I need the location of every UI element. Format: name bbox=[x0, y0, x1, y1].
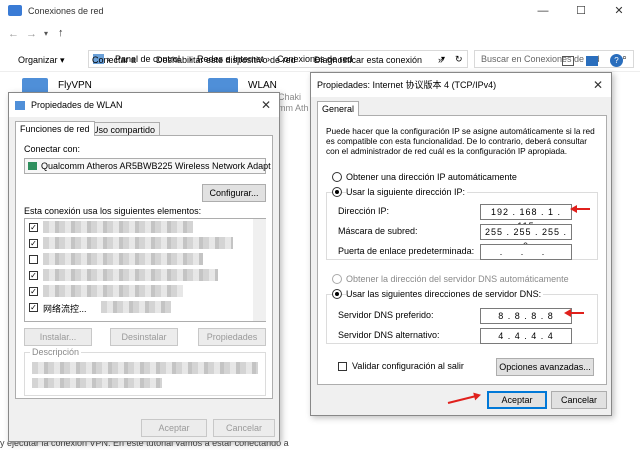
maximize-button[interactable]: ☐ bbox=[562, 0, 600, 22]
dialog-title-bar: Propiedades de WLAN ✕ bbox=[9, 93, 279, 117]
network-adapter-icon bbox=[15, 101, 25, 110]
blurred-item bbox=[43, 237, 233, 249]
use-dns-radio[interactable] bbox=[332, 289, 342, 299]
organize-button[interactable]: Organizar ▾ bbox=[18, 55, 65, 66]
scrollbar[interactable] bbox=[253, 219, 266, 321]
forward-icon[interactable]: → bbox=[26, 28, 37, 40]
component-checkbox[interactable]: ✓ bbox=[29, 271, 38, 280]
close-icon[interactable]: ✕ bbox=[261, 93, 271, 117]
blurred-description bbox=[32, 378, 162, 388]
intro-text: Puede hacer que la configuración IP se a… bbox=[326, 126, 595, 156]
up-icon[interactable]: ↑ bbox=[58, 27, 64, 39]
dialog-title-bar: Propiedades: Internet 协议版本 4 (TCP/IPv4) … bbox=[311, 73, 611, 97]
use-dns-label: Usar las siguientes direcciones de servi… bbox=[346, 289, 544, 299]
blurred-item bbox=[101, 301, 171, 313]
description-label: Descripción bbox=[30, 347, 82, 357]
configure-button[interactable]: Configurar... bbox=[202, 184, 266, 202]
properties-button[interactable]: Propiedades bbox=[198, 328, 266, 346]
tab-panel: Puede hacer que la configuración IP se a… bbox=[317, 115, 607, 385]
gateway-input[interactable]: . . . bbox=[480, 244, 572, 260]
ipv4-properties-dialog: Propiedades: Internet 协议版本 4 (TCP/IPv4) … bbox=[310, 72, 612, 416]
cancel-button[interactable]: Cancelar bbox=[213, 419, 275, 437]
diagnose-button[interactable]: Diagnosticar esta conexión bbox=[314, 55, 422, 65]
tab-networking[interactable]: Funciones de red bbox=[15, 121, 95, 136]
minimize-button[interactable]: — bbox=[524, 0, 562, 22]
connection-adapter: mm Ath bbox=[278, 103, 309, 113]
network-folder-icon bbox=[8, 5, 22, 16]
adapter-icon bbox=[28, 162, 37, 170]
validate-checkbox[interactable] bbox=[338, 362, 347, 371]
component-checkbox[interactable]: ✓ bbox=[29, 287, 38, 296]
components-list[interactable]: ✓ ✓ ✓ ✓ ✓ 网络流控... bbox=[24, 218, 266, 322]
connection-ssid: Chaki bbox=[278, 92, 302, 102]
auto-ip-label: Obtener una dirección IP automáticamente bbox=[346, 172, 517, 182]
component-checkbox[interactable]: ✓ bbox=[29, 223, 38, 232]
component-checkbox[interactable]: ✓ bbox=[29, 303, 38, 312]
annotation-arrow bbox=[570, 205, 590, 213]
blurred-item bbox=[43, 253, 203, 265]
auto-ip-radio[interactable] bbox=[332, 172, 342, 182]
alternate-dns-input[interactable]: 4 . 4 . 4 . 4 bbox=[480, 328, 572, 344]
wlan-properties-dialog: Propiedades de WLAN ✕ Funciones de red U… bbox=[8, 92, 280, 442]
uninstall-button[interactable]: Desinstalar bbox=[110, 328, 178, 346]
blurred-description bbox=[32, 362, 258, 374]
annotation-arrow bbox=[564, 309, 584, 317]
adapter-name: Qualcomm Atheros AR5BWB225 Wireless Netw… bbox=[41, 161, 271, 171]
subnet-mask-input[interactable]: 255 . 255 . 255 . 0 bbox=[480, 224, 572, 251]
back-icon[interactable]: ← bbox=[8, 28, 19, 40]
cancel-button[interactable]: Cancelar bbox=[551, 391, 607, 409]
chevron-down-icon[interactable]: ▾ bbox=[44, 29, 48, 38]
component-name: 网络流控... bbox=[43, 304, 87, 314]
connection-name[interactable]: WLAN bbox=[248, 80, 277, 91]
blurred-item bbox=[43, 285, 183, 297]
help-icon[interactable]: ? bbox=[610, 54, 623, 67]
blurred-item bbox=[43, 269, 218, 281]
disable-button[interactable]: Deshabilitar este dispositivo de red bbox=[156, 55, 296, 65]
ok-button[interactable]: Aceptar bbox=[487, 391, 547, 409]
description-group bbox=[24, 352, 266, 396]
adapter-box: Qualcomm Atheros AR5BWB225 Wireless Netw… bbox=[24, 158, 271, 174]
component-checkbox[interactable]: ✓ bbox=[29, 239, 38, 248]
preferred-dns-label: Servidor DNS preferido: bbox=[338, 310, 434, 320]
advanced-button[interactable]: Opciones avanzadas... bbox=[496, 358, 594, 376]
install-button[interactable]: Instalar... bbox=[24, 328, 92, 346]
address-bar: ← → ▾ ↑ › Panel de control › Redes e Int… bbox=[0, 24, 640, 68]
items-label: Esta conexión usa los siguientes element… bbox=[24, 206, 202, 216]
use-ip-radio[interactable] bbox=[332, 187, 342, 197]
view-options-icon[interactable] bbox=[562, 56, 574, 66]
gateway-label: Puerta de enlace predeterminada: bbox=[338, 246, 475, 256]
tab-panel: Conectar con: Qualcomm Atheros AR5BWB225… bbox=[15, 135, 273, 399]
window-title: Conexiones de red bbox=[28, 6, 104, 16]
alternate-dns-label: Servidor DNS alternativo: bbox=[338, 330, 440, 340]
auto-dns-radio[interactable] bbox=[332, 274, 342, 284]
ip-address-label: Dirección IP: bbox=[338, 206, 390, 216]
more-button[interactable]: » bbox=[438, 55, 443, 65]
dialog-title: Propiedades: Internet 协议版本 4 (TCP/IPv4) bbox=[317, 80, 497, 90]
blurred-item bbox=[43, 221, 193, 233]
component-checkbox[interactable] bbox=[29, 255, 38, 264]
command-bar: Organizar ▾ Conectar a Deshabilitar este… bbox=[0, 50, 640, 72]
validate-label: Validar configuración al salir bbox=[352, 361, 464, 371]
tab-general[interactable]: General bbox=[317, 101, 360, 116]
ip-address-input[interactable]: 192 . 168 . 1 . 115 bbox=[480, 204, 572, 231]
connect-button[interactable]: Conectar a bbox=[92, 55, 136, 65]
ok-button[interactable]: Aceptar bbox=[141, 419, 207, 437]
close-button[interactable]: ✕ bbox=[600, 0, 638, 22]
preview-pane-icon[interactable] bbox=[586, 56, 598, 66]
preferred-dns-input[interactable]: 8 . 8 . 8 . 8 bbox=[480, 308, 572, 324]
close-icon[interactable]: ✕ bbox=[593, 73, 603, 97]
subnet-mask-label: Máscara de subred: bbox=[338, 226, 418, 236]
connect-using-label: Conectar con: bbox=[24, 144, 81, 154]
use-ip-label: Usar la siguiente dirección IP: bbox=[346, 187, 468, 197]
title-bar: Conexiones de red — ☐ ✕ bbox=[0, 0, 640, 22]
auto-dns-label: Obtener la dirección del servidor DNS au… bbox=[346, 274, 569, 284]
connection-name[interactable]: FlyVPN bbox=[58, 80, 92, 91]
dialog-title: Propiedades de WLAN bbox=[31, 100, 123, 110]
